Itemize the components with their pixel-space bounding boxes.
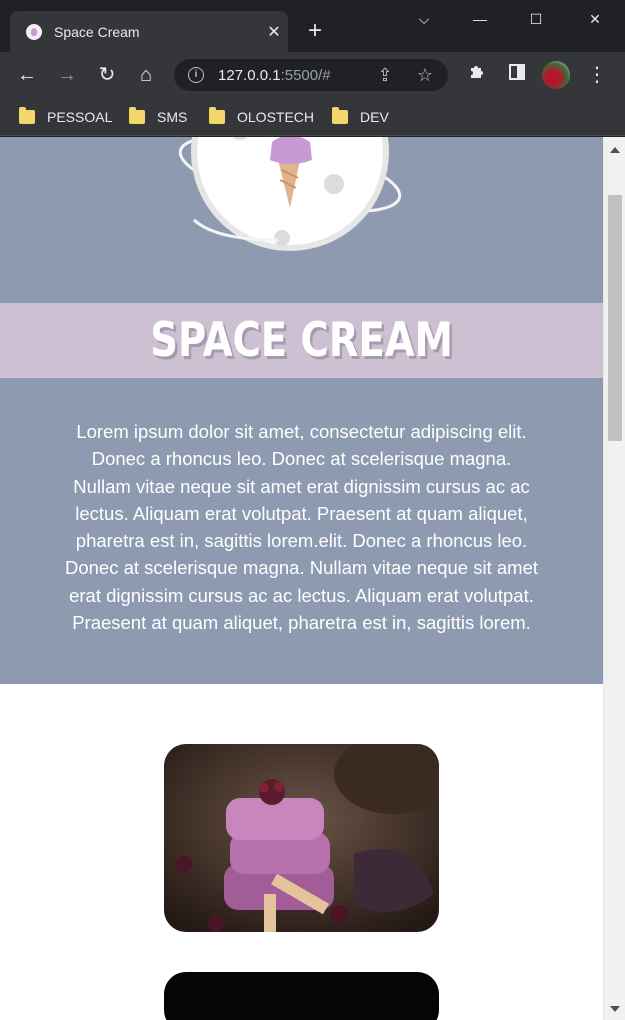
scroll-up-arrow-icon[interactable] (610, 147, 620, 153)
bookmark-folder-dev[interactable]: DEV (332, 107, 389, 127)
scrollbar-thumb[interactable] (608, 195, 622, 441)
tab-search-chevron-icon[interactable]: ⌵ (404, 6, 444, 32)
page-viewport: SPACE CREAM Lorem ipsum dolor sit amet, … (0, 137, 603, 1020)
url-path: :5500/# (280, 66, 331, 84)
bookmark-label: SMS (157, 109, 188, 125)
star-icon[interactable]: ☆ (412, 62, 438, 88)
folder-icon (19, 107, 35, 124)
side-panel-icon[interactable] (502, 60, 532, 90)
close-tab-icon[interactable]: ✕ (260, 22, 288, 42)
intro-section: Lorem ipsum dolor sit amet, consectetur … (0, 378, 603, 684)
new-tab-icon[interactable]: + (302, 18, 328, 44)
folder-icon (129, 107, 145, 124)
reload-icon[interactable]: ↻ (92, 60, 122, 90)
home-icon[interactable]: ⌂ (131, 60, 161, 90)
scroll-down-arrow-icon[interactable] (610, 1006, 620, 1012)
title-band: SPACE CREAM (0, 303, 603, 378)
address-bar[interactable]: i 127.0.0.1:5500/# ⇪ ☆ (174, 59, 448, 91)
share-icon[interactable]: ⇪ (372, 62, 398, 88)
bookmark-folder-olostech[interactable]: OLOSTECH (209, 107, 314, 127)
puzzle-icon[interactable] (462, 60, 492, 90)
url-host: 127.0.0.1 (218, 66, 281, 84)
bookmark-folder-sms[interactable]: SMS (129, 107, 187, 127)
kebab-menu-icon[interactable]: ⋮ (582, 60, 612, 90)
profile-avatar[interactable] (542, 61, 570, 89)
page-title: SPACE CREAM (150, 313, 453, 368)
ice-cream-favicon-icon (26, 23, 42, 40)
second-photo (164, 972, 439, 1020)
bookmark-label: PESSOAL (47, 109, 113, 125)
hero-section (0, 137, 603, 303)
folder-icon (209, 107, 225, 124)
bookmark-folder-pessoal[interactable]: PESSOAL (19, 107, 112, 127)
ice-cream-planet-logo (178, 137, 402, 251)
intro-paragraph: Lorem ipsum dolor sit amet, consectetur … (64, 421, 539, 634)
info-icon[interactable]: i (188, 67, 204, 83)
arrow-left-icon[interactable]: ← (12, 60, 42, 90)
minimize-icon[interactable]: — (460, 6, 500, 32)
popsicle-photo (164, 744, 439, 932)
page-scrollbar[interactable] (603, 137, 625, 1020)
arrow-right-icon[interactable]: → (52, 60, 82, 90)
bookmarks-bar: PESSOAL SMS OLOSTECH DEV (0, 98, 625, 136)
browser-tab[interactable]: Space Cream ✕ (10, 11, 288, 52)
folder-icon (332, 107, 348, 124)
browser-titlebar: Space Cream ✕ + ⌵ — ☐ ✕ (0, 0, 625, 52)
tab-title: Space Cream (54, 23, 140, 40)
close-window-icon[interactable]: ✕ (575, 6, 615, 32)
bookmark-label: OLOSTECH (237, 109, 315, 125)
browser-toolbar: ← → ↻ ⌂ i 127.0.0.1:5500/# ⇪ ☆ ⋮ (0, 52, 625, 98)
maximize-icon[interactable]: ☐ (516, 6, 556, 32)
bookmark-label: DEV (360, 109, 389, 125)
